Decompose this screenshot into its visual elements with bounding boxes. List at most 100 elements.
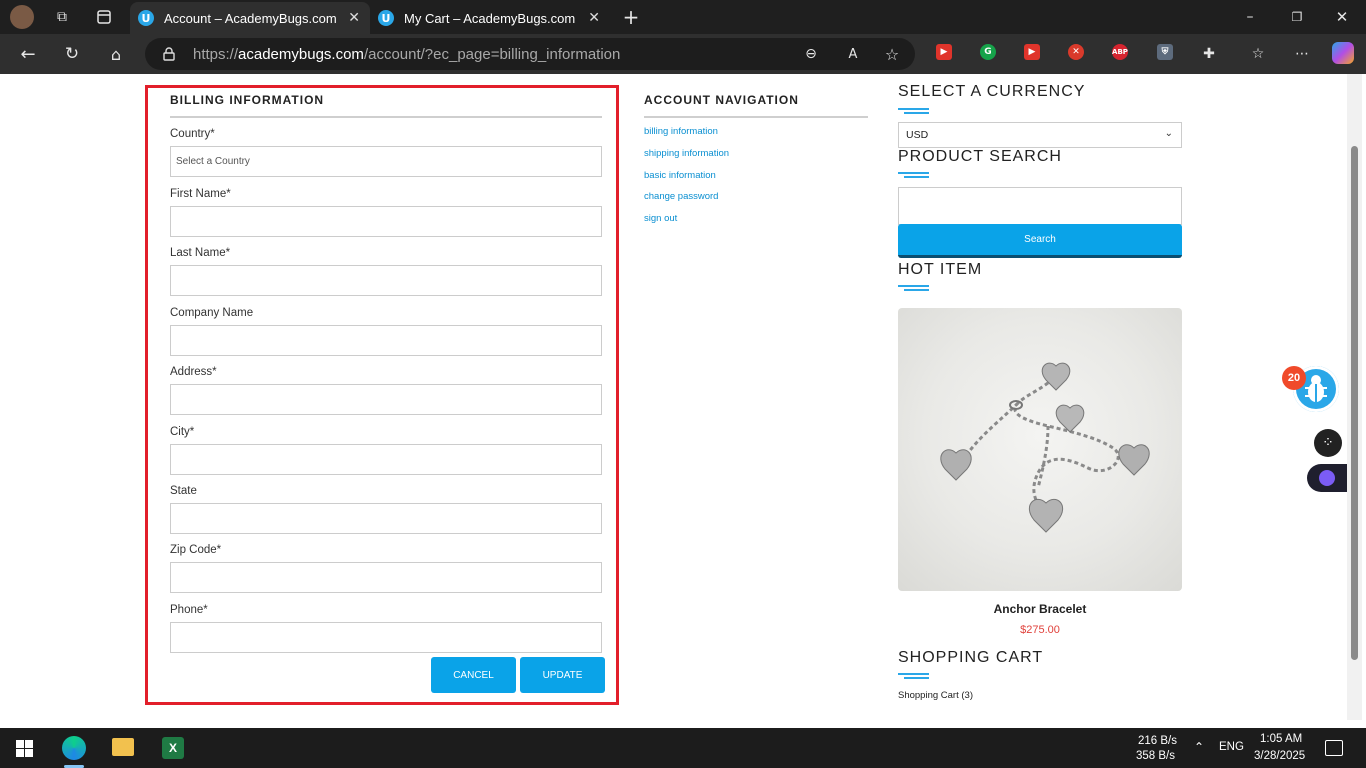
account-navigation-title: ACCOUNT NAVIGATION bbox=[644, 93, 799, 107]
url-text[interactable]: https://academybugs.com/account/?ec_page… bbox=[193, 46, 620, 63]
search-button[interactable]: Search bbox=[898, 224, 1182, 258]
city-field[interactable] bbox=[170, 444, 602, 475]
nav-link-sign-out[interactable]: sign out bbox=[644, 213, 677, 224]
bug-count-badge: 20 bbox=[1282, 366, 1306, 390]
close-tab-icon[interactable]: ✕ bbox=[588, 10, 600, 26]
currency-title: SELECT A CURRENCY bbox=[898, 83, 1086, 100]
lock-icon[interactable] bbox=[161, 46, 177, 62]
last-name-label: Last Name* bbox=[170, 247, 231, 259]
extension-close-icon[interactable]: ✕ bbox=[1068, 44, 1084, 60]
city-label: City* bbox=[170, 426, 195, 438]
profile-avatar[interactable] bbox=[10, 5, 34, 29]
last-name-field[interactable] bbox=[170, 265, 602, 296]
file-explorer-icon[interactable] bbox=[112, 738, 134, 756]
chevron-down-icon: ⌄ bbox=[1164, 128, 1173, 139]
billing-information-form: BILLING INFORMATION Country* Select a Co… bbox=[145, 85, 619, 705]
zip-code-label: Zip Code* bbox=[170, 544, 222, 556]
tab-actions-icon[interactable] bbox=[94, 7, 114, 27]
billing-title: BILLING INFORMATION bbox=[170, 93, 325, 107]
address-field[interactable] bbox=[170, 384, 602, 415]
first-name-label: First Name* bbox=[170, 188, 231, 200]
heading-underline bbox=[898, 108, 929, 110]
network-upload-speed: 216 B/s bbox=[1138, 735, 1177, 747]
country-label: Country* bbox=[170, 128, 215, 140]
adblock-icon[interactable]: ABP bbox=[1112, 44, 1128, 60]
heading-underline bbox=[904, 176, 929, 178]
cancel-button[interactable]: CANCEL bbox=[431, 657, 516, 693]
favorite-star-icon[interactable]: ☆ bbox=[882, 44, 902, 64]
address-bar[interactable]: https://academybugs.com/account/?ec_page… bbox=[145, 38, 915, 70]
product-price: $275.00 bbox=[1020, 624, 1060, 636]
close-tab-icon[interactable]: ✕ bbox=[348, 10, 360, 26]
product-name[interactable]: Anchor Bracelet bbox=[898, 602, 1182, 616]
zip-code-field[interactable] bbox=[170, 562, 602, 593]
phone-label: Phone* bbox=[170, 604, 208, 616]
heading-underline bbox=[904, 289, 929, 291]
favorites-icon[interactable]: ☆ bbox=[1248, 44, 1268, 64]
shopping-cart-title: SHOPPING CART bbox=[898, 649, 1044, 666]
url-host: academybugs.com bbox=[238, 46, 364, 63]
new-tab-icon[interactable]: + bbox=[620, 5, 642, 29]
workspaces-icon[interactable]: ⧉ bbox=[52, 7, 72, 27]
heading-underline bbox=[898, 172, 929, 174]
excel-icon[interactable]: X bbox=[162, 737, 184, 759]
tab-my-cart[interactable]: U My Cart – AcademyBugs.com ✕ bbox=[370, 2, 610, 34]
windows-start-icon[interactable] bbox=[16, 740, 33, 757]
heading-underline bbox=[904, 112, 929, 114]
nav-link-basic[interactable]: basic information bbox=[644, 170, 716, 181]
chevron-up-icon[interactable]: ⌃ bbox=[1194, 740, 1204, 754]
minimize-icon[interactable]: – bbox=[1240, 8, 1260, 26]
shopping-cart-link[interactable]: Shopping Cart (3) bbox=[898, 690, 973, 701]
tab-title: Account – AcademyBugs.com bbox=[164, 10, 337, 26]
company-name-label: Company Name bbox=[170, 307, 254, 319]
first-name-field[interactable] bbox=[170, 206, 602, 237]
url-path: /account/?ec_page=billing_information bbox=[363, 46, 621, 63]
language-indicator[interactable]: ENG bbox=[1219, 741, 1244, 753]
academybugs-favicon-icon: U bbox=[378, 10, 394, 26]
shield-icon[interactable]: ⛨ bbox=[1157, 44, 1173, 60]
close-window-icon[interactable]: ✕ bbox=[1332, 8, 1352, 26]
phone-field[interactable] bbox=[170, 622, 602, 653]
restore-icon[interactable]: ❐ bbox=[1287, 8, 1307, 26]
extension-icon[interactable]: ▶ bbox=[936, 44, 952, 60]
currency-select[interactable]: USD ⌄ bbox=[898, 122, 1182, 148]
extension-bookmark-icon[interactable]: ▶ bbox=[1024, 44, 1040, 60]
zoom-icon[interactable]: ⊖ bbox=[801, 44, 821, 64]
read-aloud-icon[interactable]: A bbox=[843, 44, 863, 64]
assistant-icon[interactable] bbox=[1307, 464, 1347, 492]
extensions-puzzle-icon[interactable]: ✚ bbox=[1199, 44, 1219, 64]
scrollbar-thumb[interactable] bbox=[1351, 146, 1358, 660]
grammarly-icon[interactable]: G bbox=[980, 44, 996, 60]
copilot-icon[interactable] bbox=[1332, 42, 1354, 64]
nav-link-billing[interactable]: billing information bbox=[644, 126, 718, 137]
currency-value: USD bbox=[906, 129, 929, 141]
refresh-icon[interactable]: ↻ bbox=[60, 43, 84, 65]
browser-tab-bar: ⧉ U Account – AcademyBugs.com ✕ U My Car… bbox=[0, 0, 1366, 34]
tab-account[interactable]: U Account – AcademyBugs.com ✕ bbox=[130, 2, 370, 34]
update-button[interactable]: UPDATE bbox=[520, 657, 605, 693]
product-search-title: PRODUCT SEARCH bbox=[898, 148, 1062, 165]
windows-taskbar: X 216 B/s 358 B/s ⌃ ENG 1:05 AM 3/28/202… bbox=[0, 728, 1366, 768]
product-search-input[interactable] bbox=[898, 187, 1182, 225]
product-image[interactable] bbox=[898, 308, 1182, 591]
more-menu-icon[interactable]: ⋯ bbox=[1292, 44, 1312, 64]
notifications-icon[interactable] bbox=[1325, 740, 1343, 756]
heading-underline bbox=[898, 673, 929, 675]
nav-link-shipping[interactable]: shipping information bbox=[644, 148, 729, 159]
clock-time[interactable]: 1:05 AM bbox=[1260, 733, 1302, 745]
nav-link-change-password[interactable]: change password bbox=[644, 191, 718, 202]
divider bbox=[644, 116, 868, 118]
network-download-speed: 358 B/s bbox=[1136, 750, 1175, 762]
bracelet-illustration bbox=[940, 362, 1150, 533]
apps-launcher-icon[interactable]: ⁘ bbox=[1314, 429, 1342, 457]
home-icon[interactable]: ⌂ bbox=[104, 43, 128, 65]
clock-date[interactable]: 3/28/2025 bbox=[1254, 750, 1305, 762]
page-scrollbar[interactable] bbox=[1347, 74, 1362, 720]
address-label: Address* bbox=[170, 366, 217, 378]
back-icon[interactable]: ← bbox=[16, 43, 40, 65]
edge-taskbar-icon[interactable] bbox=[62, 736, 86, 760]
company-name-field[interactable] bbox=[170, 325, 602, 356]
heading-underline bbox=[904, 677, 929, 679]
country-select[interactable]: Select a Country bbox=[170, 146, 602, 177]
state-field[interactable] bbox=[170, 503, 602, 534]
